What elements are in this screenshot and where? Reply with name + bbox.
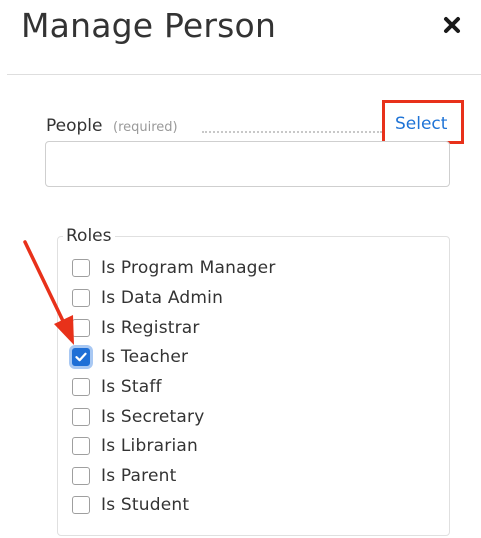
checkbox[interactable] — [72, 408, 90, 426]
role-label: Is Parent — [101, 466, 177, 486]
role-item-data-admin[interactable]: Is Data Admin — [72, 286, 223, 310]
role-label: Is Registrar — [101, 318, 200, 338]
checkmark-icon — [75, 352, 87, 362]
checkbox[interactable] — [72, 437, 90, 455]
role-label: Is Teacher — [101, 347, 189, 367]
role-label: Is Data Admin — [101, 288, 224, 308]
role-item-secretary[interactable]: Is Secretary — [72, 405, 204, 429]
header-divider — [7, 74, 481, 75]
checkbox[interactable] — [72, 467, 90, 485]
role-item-program-manager[interactable]: Is Program Manager — [72, 256, 276, 280]
role-label: Is Secretary — [101, 407, 205, 427]
role-label: Is Librarian — [101, 436, 198, 456]
role-item-registrar[interactable]: Is Registrar — [72, 316, 200, 340]
manage-person-dialog: Manage Person People (required) Select R… — [0, 0, 481, 538]
checkbox[interactable] — [72, 496, 90, 514]
dialog-title: Manage Person — [21, 6, 277, 45]
required-note: (required) — [113, 120, 178, 135]
select-link[interactable]: Select — [395, 114, 447, 134]
role-item-student[interactable]: Is Student — [72, 493, 189, 517]
role-label: Is Student — [101, 495, 190, 515]
role-item-teacher[interactable]: Is Teacher — [72, 345, 188, 369]
role-label: Is Program Manager — [101, 258, 276, 278]
checkbox-checked[interactable] — [72, 348, 90, 366]
dotted-leader — [202, 131, 382, 133]
close-icon — [444, 17, 460, 33]
checkbox[interactable] — [72, 319, 90, 337]
role-item-staff[interactable]: Is Staff — [72, 375, 162, 399]
checkbox[interactable] — [72, 259, 90, 277]
role-label: Is Staff — [101, 377, 162, 397]
roles-legend: Roles — [63, 226, 115, 246]
role-item-parent[interactable]: Is Parent — [72, 464, 177, 488]
close-button[interactable] — [437, 10, 467, 40]
role-item-librarian[interactable]: Is Librarian — [72, 434, 198, 458]
checkbox[interactable] — [72, 378, 90, 396]
people-label: People — [46, 116, 103, 136]
checkbox[interactable] — [72, 289, 90, 307]
people-input[interactable] — [45, 141, 450, 187]
